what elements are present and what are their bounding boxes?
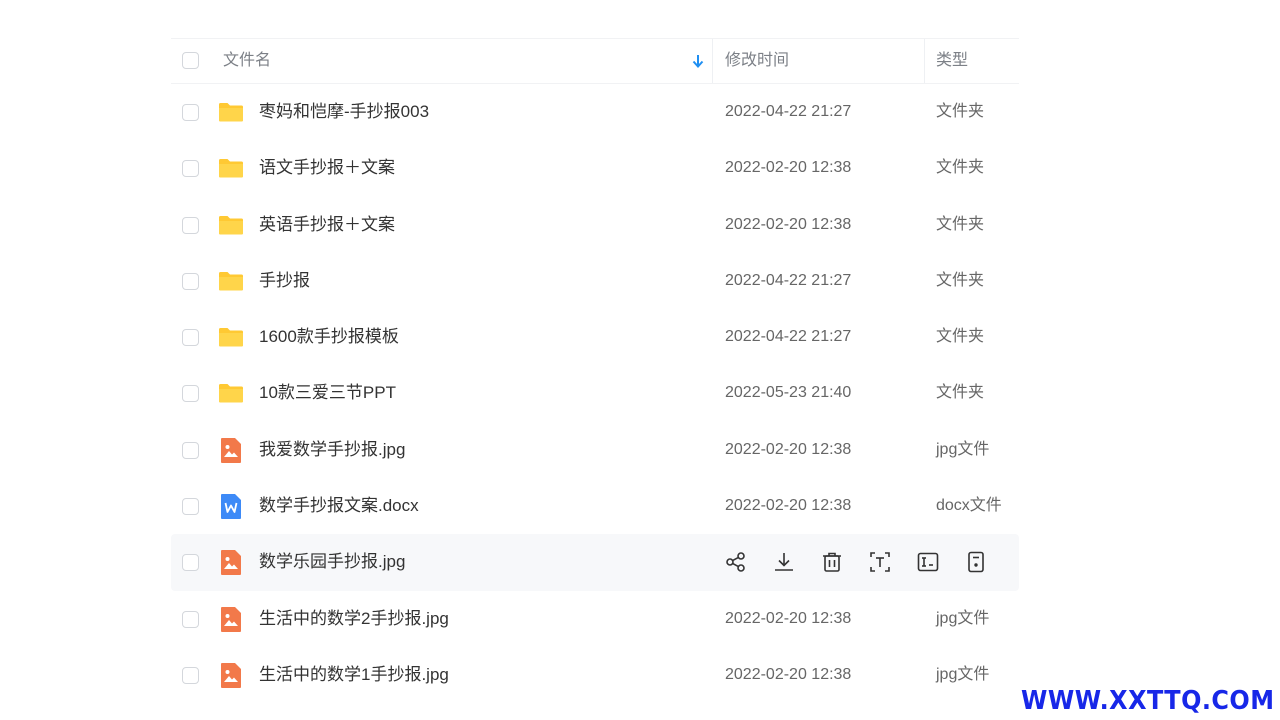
image-file-icon <box>217 661 245 689</box>
file-name[interactable]: 数学乐园手抄报.jpg <box>259 534 405 590</box>
modified-column-header[interactable]: 修改时间 <box>725 39 789 83</box>
image-file-icon <box>217 436 245 464</box>
row-checkbox[interactable] <box>182 329 199 347</box>
file-row[interactable]: 枣妈和恺摩-手抄报003 2022-04-22 21:27 文件夹 <box>171 84 1019 140</box>
file-list-header: 文件名 修改时间 类型 <box>171 38 1019 84</box>
file-name[interactable]: 生活中的数学1手抄报.jpg <box>259 647 449 703</box>
row-checkbox[interactable] <box>182 554 199 572</box>
row-checkbox[interactable] <box>182 160 199 178</box>
image-file-icon <box>217 548 245 576</box>
modified-time: 2022-02-20 12:38 <box>725 609 852 627</box>
sort-down-icon[interactable] <box>691 53 705 69</box>
row-checkbox[interactable] <box>182 441 199 459</box>
file-row[interactable]: 生活中的数学1手抄报.jpg 2022-02-20 12:38 jpg文件 <box>171 647 1019 703</box>
file-type: 文件夹 <box>936 215 985 233</box>
name-column-header[interactable]: 文件名 <box>223 39 271 83</box>
file-row[interactable]: 语文手抄报＋文案 2022-02-20 12:38 文件夹 <box>171 140 1019 196</box>
file-name[interactable]: 10款三爱三节PPT <box>259 365 396 421</box>
file-name[interactable]: 语文手抄报＋文案 <box>259 140 395 196</box>
file-row[interactable]: 生活中的数学2手抄报.jpg 2022-02-20 12:38 jpg文件 <box>171 591 1019 647</box>
folder-icon <box>217 379 245 407</box>
file-row[interactable]: 英语手抄报＋文案 2022-02-20 12:38 文件夹 <box>171 197 1019 253</box>
row-checkbox[interactable] <box>182 385 199 403</box>
file-type: jpg文件 <box>936 665 990 683</box>
row-checkbox[interactable] <box>182 666 199 684</box>
share-icon[interactable] <box>723 549 749 575</box>
file-type: 文件夹 <box>936 328 985 346</box>
row-checkbox[interactable] <box>182 610 199 628</box>
rename-icon[interactable] <box>915 549 941 575</box>
file-row[interactable]: 我爱数学手抄报.jpg 2022-02-20 12:38 jpg文件 <box>171 422 1019 478</box>
modified-time: 2022-04-22 21:27 <box>725 103 852 120</box>
modified-time: 2022-02-20 12:38 <box>725 215 852 233</box>
file-row[interactable]: 手抄报 2022-04-22 21:27 文件夹 <box>171 253 1019 309</box>
more-icon[interactable] <box>963 549 989 575</box>
file-name[interactable]: 手抄报 <box>259 253 310 309</box>
text-recognize-icon[interactable] <box>867 549 893 575</box>
folder-icon <box>217 98 245 126</box>
modified-time: 2022-04-22 21:27 <box>725 328 852 346</box>
file-type: jpg文件 <box>936 609 990 627</box>
file-type: 文件夹 <box>936 384 985 402</box>
select-all-checkbox[interactable] <box>182 52 199 69</box>
folder-icon <box>217 211 245 239</box>
modified-time: 2022-04-22 21:27 <box>725 271 852 289</box>
file-name[interactable]: 我爱数学手抄报.jpg <box>259 422 405 478</box>
file-type: 文件夹 <box>936 159 985 177</box>
file-row[interactable]: 数学乐园手抄报.jpg <box>171 534 1019 591</box>
column-divider[interactable] <box>924 39 925 83</box>
file-name[interactable]: 英语手抄报＋文案 <box>259 197 395 253</box>
file-type: docx文件 <box>936 497 1002 515</box>
download-icon[interactable] <box>771 549 797 575</box>
modified-time: 2022-02-20 12:38 <box>725 497 852 515</box>
file-list-panel: 文件名 修改时间 类型 枣妈和恺摩-手抄报003 2022-04-22 21:27… <box>171 38 1019 703</box>
watermark-text: WWW.XXTTQ.COM <box>1020 686 1274 716</box>
row-checkbox[interactable] <box>182 104 199 121</box>
row-checkbox[interactable] <box>182 272 199 290</box>
column-divider[interactable] <box>712 39 713 83</box>
type-column-header[interactable]: 类型 <box>936 39 968 83</box>
file-name[interactable]: 枣妈和恺摩-手抄报003 <box>259 84 429 140</box>
file-row[interactable]: 1600款手抄报模板 2022-04-22 21:27 文件夹 <box>171 309 1019 365</box>
file-type: 文件夹 <box>936 271 985 289</box>
modified-time: 2022-05-23 21:40 <box>725 384 852 402</box>
file-type: 文件夹 <box>936 103 985 120</box>
modified-time: 2022-02-20 12:38 <box>725 665 852 683</box>
file-name[interactable]: 1600款手抄报模板 <box>259 309 399 365</box>
file-name[interactable]: 数学手抄报文案.docx <box>259 478 419 534</box>
row-checkbox[interactable] <box>182 216 199 234</box>
word-file-icon <box>217 492 245 520</box>
file-row[interactable]: 10款三爱三节PPT 2022-05-23 21:40 文件夹 <box>171 365 1019 421</box>
file-row[interactable]: 数学手抄报文案.docx 2022-02-20 12:38 docx文件 <box>171 478 1019 534</box>
folder-icon <box>217 267 245 295</box>
modified-time: 2022-02-20 12:38 <box>725 159 852 177</box>
folder-icon <box>217 154 245 182</box>
modified-time: 2022-02-20 12:38 <box>725 440 852 458</box>
image-file-icon <box>217 605 245 633</box>
row-checkbox[interactable] <box>182 498 199 516</box>
delete-icon[interactable] <box>819 549 845 575</box>
folder-icon <box>217 323 245 351</box>
file-name[interactable]: 生活中的数学2手抄报.jpg <box>259 591 449 647</box>
file-rows: 枣妈和恺摩-手抄报003 2022-04-22 21:27 文件夹 语文手抄报＋文案 2… <box>171 84 1019 703</box>
file-type: jpg文件 <box>936 440 990 458</box>
